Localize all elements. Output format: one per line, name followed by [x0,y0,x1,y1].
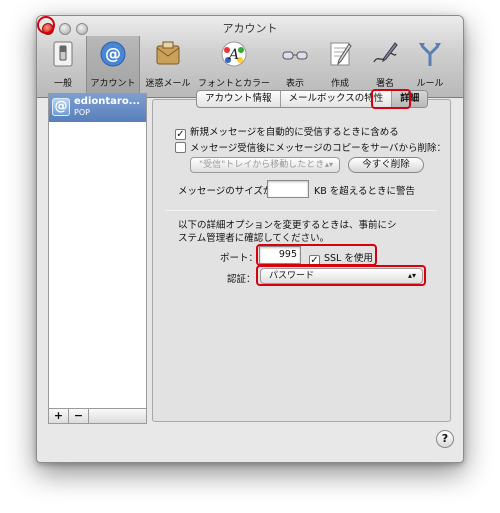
auth-label: 認証： [227,274,256,285]
account-name: ediontaro... [74,96,141,107]
toolbar-item-viewing[interactable]: 表示 [273,36,317,94]
toolbar-item-composing[interactable]: 作成 [318,36,362,94]
accounts-list-footer: + − [48,408,147,424]
delete-now-button[interactable]: 今すぐ削除 [348,157,424,173]
glasses-icon [282,51,308,60]
delete-when-value: "受信"トレイから移動したとき [199,160,325,170]
port-input[interactable]: 995 [259,246,301,264]
tab-advanced[interactable]: 詳細 [392,91,428,107]
delete-when-select[interactable]: "受信"トレイから移動したとき ▴▾ [190,157,340,173]
toolbar-label-viewing: 表示 [285,79,304,89]
zoom-button[interactable] [76,23,88,35]
include-auto-label: 新規メッセージを自動的に受信するときに含める [190,127,399,138]
admin-note: 以下の詳細オプションを変更するときは、事前にシステム管理者に確認してください。 [178,220,397,244]
updown-arrows-icon: ▴▾ [407,271,416,280]
rules-arrows-icon [419,43,441,66]
ssl-label: SSL を使用 [324,253,373,264]
compose-icon [330,42,352,66]
tab-account-info[interactable]: アカウント情報 [197,91,281,107]
toolbar-item-rules[interactable]: ルール [408,36,452,94]
close-button[interactable] [42,23,54,35]
ssl-checkbox[interactable]: ✓ SSL を使用 [309,250,373,266]
toolbar-label-general: 一般 [53,79,72,89]
delete-copy-label: メッセージ受信後にメッセージのコピーをサーバから削除： [190,143,447,154]
account-type: POP [74,108,90,117]
settings-tabs: アカウント情報 メールボックスの特性 詳細 [196,90,429,108]
add-account-button[interactable]: + [49,409,69,423]
toolbar-label-accounts: アカウント [90,79,136,89]
size-limit-input[interactable] [267,180,309,198]
size-suffix-label: KB を超えるときに警告 [314,186,415,197]
delete-copy-checkbox[interactable]: メッセージ受信後にメッセージのコピーをサーバから削除： [175,140,446,154]
toolbar-item-accounts[interactable]: @ アカウント [86,36,140,94]
toolbar: 一般 @ アカウント 迷惑メール A フォントとカラー 表示 作成 署名 ルール [41,36,453,96]
signature-pen-icon [373,42,398,63]
toolbar-label-signatures: 署名 [375,79,394,89]
toolbar-label-rules: ルール [416,79,444,89]
toolbar-label-junk-mail: 迷惑メール [145,79,191,89]
at-sign-icon: @ [52,98,70,116]
minimize-button[interactable] [59,23,71,35]
tab-mailbox-behaviors[interactable]: メールボックスの特性 [281,91,393,107]
include-auto-checkbox[interactable]: ✓ 新規メッセージを自動的に受信するときに含める [175,124,399,140]
svg-text:A: A [227,47,239,63]
svg-text:@: @ [105,44,121,63]
accounts-list: @ ediontaro... POP [48,93,147,422]
toolbar-item-signatures[interactable]: 署名 [363,36,407,94]
window-title: アカウント [222,22,278,35]
help-button[interactable]: ? [436,430,454,448]
at-sign-icon: @ [100,41,126,67]
switch-icon [53,41,73,67]
size-label: メッセージのサイズが [178,186,273,197]
window-titlebar: アカウント 一般 @ アカウント 迷惑メール A フォントとカラー 表示 作成 … [37,16,463,98]
toolbar-label-fonts-colors: フォントとカラー [197,79,270,89]
account-item[interactable]: @ ediontaro... POP [49,94,146,122]
auth-select[interactable]: パスワード ▴▾ [260,268,423,284]
toolbar-item-fonts-colors[interactable]: A フォントとカラー [196,36,272,94]
toolbar-item-junk-mail[interactable]: 迷惑メール [141,36,195,94]
section-divider [165,210,437,211]
checkbox-unchecked-icon [175,142,186,153]
toolbar-item-general[interactable]: 一般 [41,36,85,94]
font-palette-icon: A [221,41,247,67]
remove-account-button[interactable]: − [69,409,89,423]
auth-value: パスワード [269,271,315,281]
port-label: ポート： [220,253,259,264]
toolbar-label-composing: 作成 [330,79,349,89]
junk-mail-icon [156,41,180,65]
checkbox-checked-icon: ✓ [175,129,186,140]
checkbox-checked-icon: ✓ [309,255,320,266]
updown-arrows-icon: ▴▾ [324,160,333,169]
